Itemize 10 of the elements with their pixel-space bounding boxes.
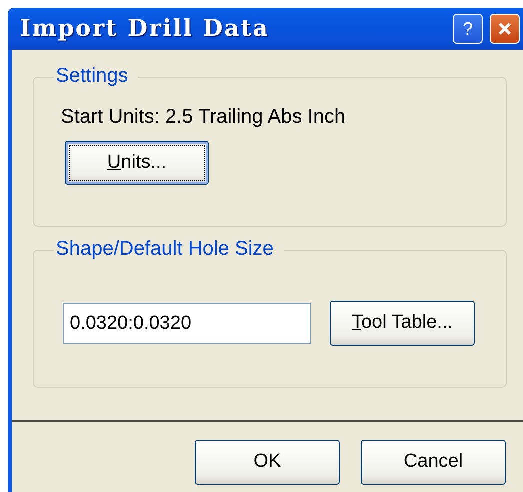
close-icon (497, 21, 513, 37)
cancel-button[interactable]: Cancel (361, 440, 506, 485)
units-button[interactable]: Units... (65, 141, 209, 185)
help-button[interactable]: ? (453, 14, 483, 44)
tool-table-button[interactable]: Tool Table... (330, 301, 475, 346)
close-button[interactable] (490, 14, 520, 44)
window-title: Import Drill Data (20, 14, 270, 44)
ok-button[interactable]: OK (195, 440, 340, 485)
units-text: Start Units: 2.5 Trailing Abs Inch (61, 105, 347, 130)
value-field[interactable]: 0.0320:0.0320 (63, 303, 311, 344)
